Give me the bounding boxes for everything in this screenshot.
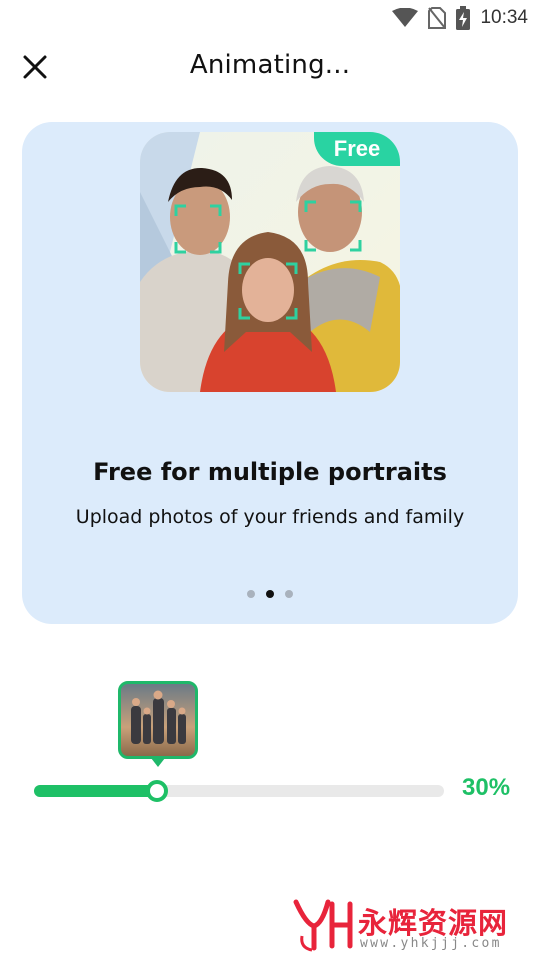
watermark-url: www.yhkjjj.com <box>360 936 502 951</box>
card-subtitle: Upload photos of your friends and family <box>75 506 465 528</box>
status-time: 10:34 <box>480 7 528 28</box>
yh-logo-icon <box>293 899 353 952</box>
preview-image <box>121 684 195 756</box>
page-title: Animating... <box>189 50 351 80</box>
feature-carousel-card[interactable]: Free Free for multiple portraits Upload … <box>22 122 518 624</box>
carousel-dot[interactable] <box>247 590 255 598</box>
progress-percent: 30% <box>462 774 511 801</box>
family-portrait-image <box>140 132 400 392</box>
portrait-illustration: Free <box>140 132 400 392</box>
wifi-icon <box>392 8 419 27</box>
preview-pointer <box>151 758 165 767</box>
card-title: Free for multiple portraits <box>93 458 447 486</box>
carousel-dot[interactable] <box>266 590 274 598</box>
free-badge: Free <box>314 132 400 166</box>
progress-knob[interactable] <box>146 780 168 802</box>
watermark: 永辉资源网 www.yhkjjj.com <box>292 896 528 956</box>
carousel-dot[interactable] <box>285 590 293 598</box>
progress-track <box>34 780 444 802</box>
progress-preview-thumbnail <box>118 681 198 759</box>
battery-charging-icon <box>456 6 471 30</box>
no-sim-icon <box>428 7 447 29</box>
status-icons: 10:34 <box>392 6 528 30</box>
carousel-indicator <box>22 590 518 598</box>
progress-fill <box>34 785 157 797</box>
status-bar: 10:34 <box>0 0 540 36</box>
top-app-bar: Animating... <box>0 40 540 96</box>
